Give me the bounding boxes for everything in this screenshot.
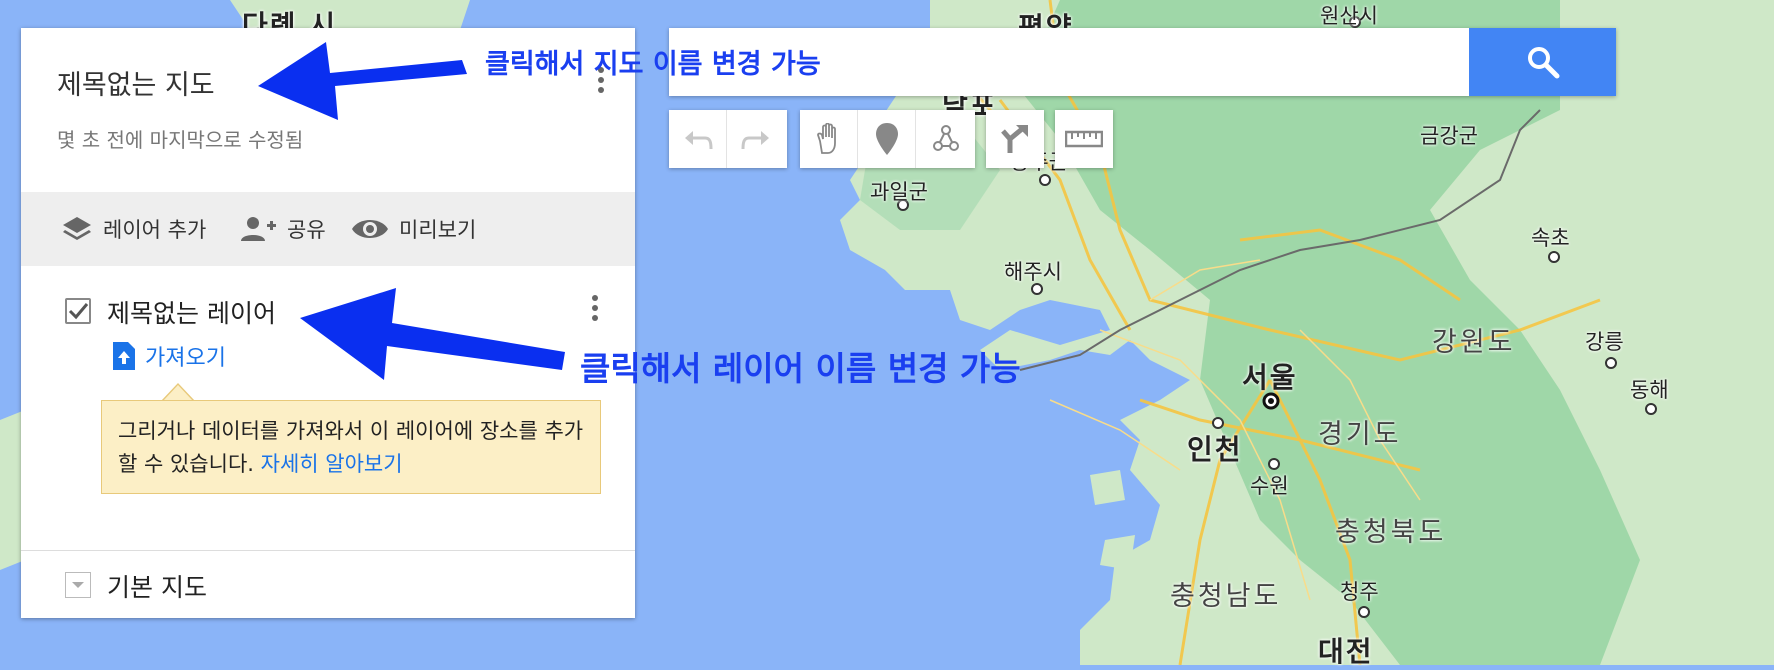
panel-toolbar: 레이어 추가 공유 미리보기 <box>21 192 635 266</box>
ruler-icon <box>1065 130 1103 148</box>
share-label: 공유 <box>287 218 326 242</box>
annotation-map-title: 클릭해서 지도 이름 변경 가능 <box>485 49 821 80</box>
pan-tool-button[interactable] <box>800 110 858 168</box>
learn-more-link[interactable]: 자세히 알아보기 <box>261 452 403 476</box>
place-gwail: 과일군 <box>870 180 928 204</box>
place-daejeon: 대전 <box>1318 635 1374 668</box>
panel-divider <box>21 550 635 551</box>
add-marker-button[interactable] <box>858 110 916 168</box>
import-label: 가져오기 <box>145 346 226 371</box>
place-geumgang: 금강군 <box>1420 124 1478 148</box>
redo-icon <box>741 131 769 150</box>
layer-options-menu-icon[interactable] <box>583 292 607 328</box>
undo-icon <box>684 131 712 150</box>
search-button[interactable] <box>1469 28 1616 96</box>
place-chungnam: 충청남도 <box>1170 581 1282 612</box>
draw-line-button[interactable] <box>916 110 974 168</box>
import-tip-box: 그리거나 데이터를 가져와서 이 레이어에 장소를 추가할 수 있습니다. 자세… <box>101 400 601 494</box>
search-icon <box>1527 47 1559 79</box>
place-incheon: 인천 <box>1187 433 1243 466</box>
marker-icon <box>875 123 898 155</box>
place-cheongju: 청주 <box>1340 580 1379 604</box>
place-sokcho: 속초 <box>1531 226 1570 250</box>
place-seoul: 서울 <box>1242 361 1298 394</box>
hand-icon <box>816 123 836 154</box>
preview-button[interactable]: 미리보기 <box>351 212 476 246</box>
layers-icon <box>63 217 91 240</box>
import-link[interactable]: 가져오기 <box>113 340 226 372</box>
eye-icon <box>352 220 388 238</box>
undo-button[interactable] <box>669 110 727 168</box>
draw-line-icon <box>933 125 959 151</box>
add-layer-label: 레이어 추가 <box>103 218 207 242</box>
redo-button[interactable] <box>727 110 785 168</box>
directions-button[interactable] <box>986 110 1044 168</box>
place-haeju: 해주시 <box>1004 260 1062 284</box>
route-tools <box>986 110 1044 168</box>
measure-button[interactable] <box>1055 110 1113 168</box>
base-map-expand-toggle[interactable] <box>65 572 91 598</box>
layer-title[interactable]: 제목없는 레이어 <box>107 294 276 330</box>
place-wonsan: 원산시 <box>1320 4 1378 28</box>
place-gangneung: 강릉 <box>1585 330 1624 354</box>
add-person-icon <box>241 217 276 241</box>
add-layer-button[interactable]: 레이어 추가 <box>61 212 206 246</box>
map-details-panel: 제목없는 지도 몇 초 전에 마지막으로 수정됨 레이어 추가 공유 미리보기 … <box>21 28 635 618</box>
place-gyeonggi: 경기도 <box>1318 419 1402 450</box>
file-upload-icon <box>113 342 135 370</box>
preview-label: 미리보기 <box>399 218 477 242</box>
history-tools <box>669 110 787 168</box>
check-icon <box>68 303 89 320</box>
annotation-layer-title: 클릭해서 레이어 이름 변경 가능 <box>580 349 1021 388</box>
place-donghae: 동해 <box>1630 378 1669 402</box>
measure-tools <box>1055 110 1113 168</box>
last-edited-status: 몇 초 전에 마지막으로 수정됨 <box>57 128 304 152</box>
share-button[interactable]: 공유 <box>239 212 326 246</box>
base-map-label: 기본 지도 <box>107 573 207 602</box>
place-gangwon: 강원도 <box>1432 327 1516 358</box>
directions-icon <box>1001 125 1028 153</box>
place-chungbuk: 충청북도 <box>1335 517 1447 548</box>
tip-pointer-fill <box>163 385 193 401</box>
draw-tools <box>800 110 975 168</box>
map-title[interactable]: 제목없는 지도 <box>57 63 215 102</box>
place-suwon: 수원 <box>1250 474 1289 498</box>
triangle-down-icon <box>72 582 84 588</box>
layer-visibility-checkbox[interactable] <box>65 298 91 324</box>
